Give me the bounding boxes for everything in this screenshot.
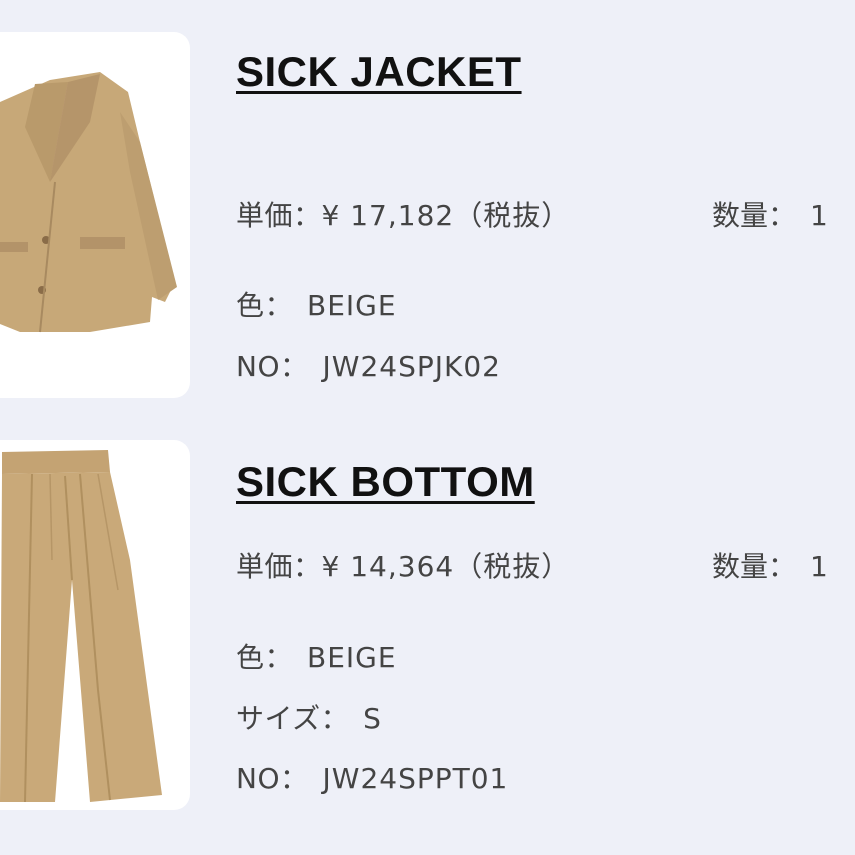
unit-price-row: 単価：¥ 17,182（税抜） [236, 194, 570, 234]
size-value: S [363, 702, 382, 735]
quantity-label: 数量： [712, 199, 797, 232]
product-image-jacket[interactable] [0, 32, 190, 398]
product-number-value: JW24SPJK02 [322, 350, 501, 383]
product-number-row: NO： JW24SPPT01 [236, 757, 508, 797]
color-value: BEIGE [307, 641, 397, 674]
product-image-trousers[interactable] [0, 440, 190, 810]
product-title-link[interactable]: SICK JACKET [236, 48, 522, 96]
quantity-label: 数量： [712, 550, 797, 583]
quantity-value: 1 [810, 199, 828, 232]
unit-price-value: ¥ 14,364（税抜） [321, 550, 571, 583]
unit-price-value: ¥ 17,182（税抜） [321, 199, 571, 232]
product-number-row: NO： JW24SPJK02 [236, 345, 501, 385]
product-number-label: NO： [236, 350, 309, 383]
color-label: 色： [236, 641, 294, 674]
color-row: 色： BEIGE [236, 284, 397, 324]
jacket-icon [0, 72, 177, 333]
unit-price-label: 単価： [236, 199, 322, 232]
size-label: サイズ： [236, 702, 350, 735]
color-row: 色： BEIGE [236, 636, 397, 676]
size-row: サイズ： S [236, 697, 382, 737]
product-number-label: NO： [236, 762, 309, 795]
quantity-row: 数量： 1 [712, 194, 828, 234]
trousers-icon [0, 450, 162, 803]
unit-price-row: 単価：¥ 14,364（税抜） [236, 545, 570, 585]
product-title-link[interactable]: SICK BOTTOM [236, 458, 535, 506]
quantity-row: 数量： 1 [712, 545, 828, 585]
quantity-value: 1 [810, 550, 828, 583]
product-number-value: JW24SPPT01 [322, 762, 509, 795]
unit-price-label: 単価： [236, 550, 322, 583]
color-value: BEIGE [307, 289, 397, 322]
color-label: 色： [236, 289, 294, 322]
